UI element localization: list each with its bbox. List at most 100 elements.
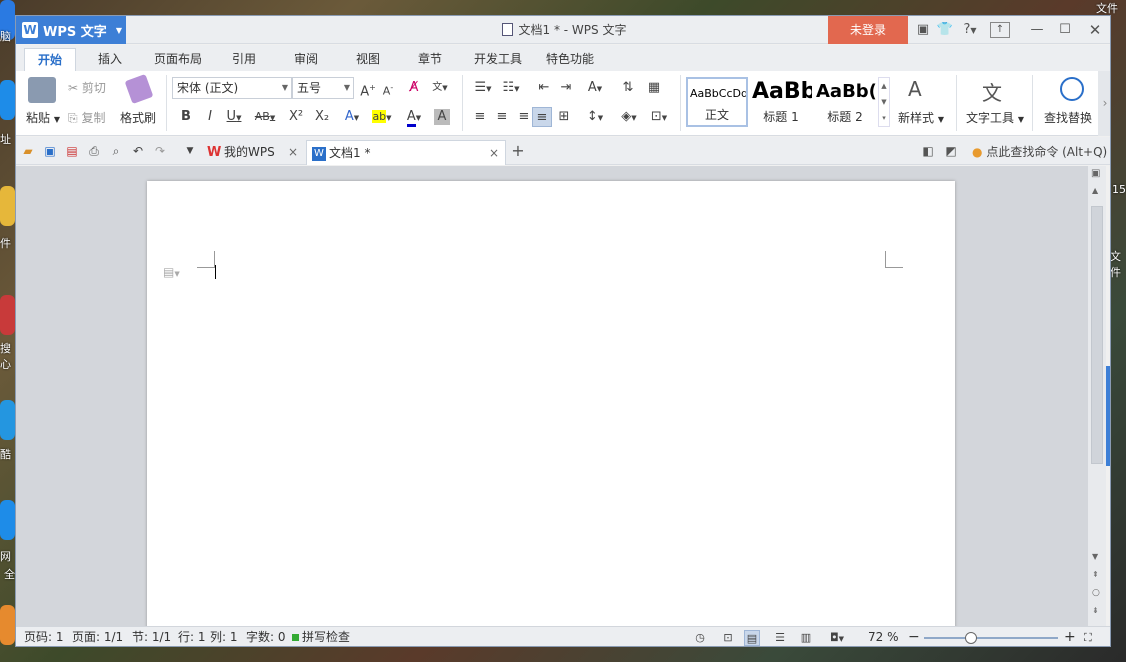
reading-view-icon[interactable]: ◘▼ [824,630,850,646]
decrease-indent-icon[interactable]: ⇤ [534,78,554,98]
export-pdf-icon[interactable]: ▤ [63,142,81,160]
close-button[interactable]: ✕ [1082,16,1108,44]
grow-font-icon[interactable]: A+ [358,78,378,99]
text-tools-button[interactable]: 文字工具 ▼ [966,109,1024,126]
task-pane-edge[interactable] [1106,166,1110,626]
scroll-up-icon[interactable]: ▲ [1092,186,1098,195]
fit-window-icon[interactable]: ⛶ [1084,627,1092,646]
redo-icon[interactable]: ↷ [151,142,169,160]
paste-button[interactable]: 粘贴 ▼ [26,109,60,126]
print-icon[interactable]: ⎙ [85,142,103,160]
status-row[interactable]: 行: 1 [178,627,206,646]
text-tools-icon[interactable]: 文 [982,77,1002,106]
zoom-slider-track[interactable] [924,637,1058,639]
find-replace-icon[interactable] [1060,77,1084,101]
help-button[interactable]: ?▼ [958,16,982,44]
new-style-icon[interactable]: A [908,77,922,101]
subscript-icon[interactable]: X₂ [312,107,332,127]
cut-button[interactable]: ✂ 剪切 [68,79,106,96]
font-size-combo[interactable]: 五号 ▼ [292,77,354,99]
line-spacing-icon[interactable]: ↕▼ [582,107,608,127]
font-name-combo[interactable]: 宋体 (正文) ▼ [172,77,292,99]
strikethrough-icon[interactable]: AB▼ [252,107,278,127]
login-button[interactable]: 未登录 [828,16,908,44]
maximize-button[interactable]: ☐ [1052,16,1078,44]
tab-home[interactable]: 开始 [24,48,76,71]
table-icon[interactable]: ▦ [644,78,664,98]
outline-view-icon[interactable]: ☰ [772,630,788,646]
highlight-icon[interactable]: ab▼ [370,107,394,127]
search-command-box[interactable]: ● 点此查找命令 (Alt+Q) [972,143,1107,160]
undo-icon[interactable]: ↶ [129,142,147,160]
next-page-icon[interactable]: ⇟ [1092,606,1099,615]
pinyin-icon[interactable]: 文▼ [430,78,450,98]
desktop-icon-youku[interactable] [0,400,15,440]
desktop-icon-app[interactable] [0,295,15,335]
font-color-icon[interactable]: A▼ [402,107,426,127]
style-normal[interactable]: AaBbCcDd 正文 [686,77,748,127]
desktop-icon-ie2[interactable] [0,500,15,540]
share-icon[interactable]: ◩ [942,142,960,160]
bold-icon[interactable]: B [176,107,196,127]
border-icon[interactable]: ⊡▼ [646,107,672,127]
browse-object-icon[interactable]: ○ [1092,588,1100,598]
brush-icon[interactable] [124,73,154,105]
open-folder-icon[interactable]: ▰ [19,142,37,160]
increase-indent-icon[interactable]: ⇥ [556,78,576,98]
history-icon[interactable]: ◷ [692,630,708,646]
customize-toolbar-icon[interactable]: ▼ [181,142,199,160]
tab-insert[interactable]: 插入 [86,48,134,71]
tab-developer[interactable]: 开发工具 [468,48,528,71]
desktop-icon-ie[interactable] [0,80,15,120]
shrink-font-icon[interactable]: A- [378,78,398,98]
zoom-out-icon[interactable]: − [908,627,920,646]
minimize-button[interactable]: — [1024,16,1050,44]
align-left-icon[interactable]: ≡ [470,107,490,127]
skin-icon[interactable]: ▣ [914,16,932,44]
superscript-icon[interactable]: X² [286,107,306,127]
cloud-sync-icon[interactable]: ◧ [919,142,937,160]
tab-references[interactable]: 引用 [222,48,266,71]
desktop-icon-orange[interactable] [0,605,15,645]
tab-section[interactable]: 章节 [408,48,452,71]
new-tab-icon[interactable]: + [509,142,527,160]
tab-review[interactable]: 审阅 [284,48,328,71]
document-page[interactable]: ▤▼ [147,181,955,641]
tab-my-wps[interactable]: W 我的WPS × [202,140,304,165]
save-icon[interactable]: ▣ [41,142,59,160]
scroll-thumb[interactable] [1091,206,1103,464]
document-workspace[interactable]: ▤▼ [16,166,1110,641]
vertical-scrollbar[interactable]: ▣ ▲ ▼ ⇞ ○ ⇟ [1088,166,1106,626]
copy-button[interactable]: ⎘ 复制 [68,109,105,126]
desktop-icon-folder[interactable] [0,186,15,226]
align-center-icon[interactable]: ≡ [492,107,512,127]
tab-page-layout[interactable]: 页面布局 [146,48,210,71]
zoom-level[interactable]: 72 % [868,627,899,646]
ruler-toggle-icon[interactable]: ▣ [1091,168,1100,179]
shading-icon[interactable]: ◈▼ [616,107,642,127]
restore-ribbon-icon[interactable]: ↑ [990,22,1010,38]
distributed-align-icon[interactable]: ⊞ [554,107,574,127]
zoom-slider-knob[interactable] [965,632,977,644]
status-page-number[interactable]: 页码: 1 [24,627,64,646]
prev-page-icon[interactable]: ⇞ [1092,570,1099,579]
char-shading-icon[interactable]: A [434,109,450,125]
status-word-count[interactable]: 字数: 0 [246,627,286,646]
align-justify-icon[interactable]: ≡ [532,107,552,127]
print-preview-icon[interactable]: ⌕ [107,142,125,160]
shirt-icon[interactable]: 👕 [936,16,954,44]
web-view-icon[interactable]: ▥ [798,630,814,646]
new-style-button[interactable]: 新样式 ▼ [898,109,944,126]
underline-icon[interactable]: U▼ [224,107,244,127]
style-gallery-scroll[interactable]: ▲ ▼ ▾ [878,77,890,127]
status-column[interactable]: 列: 1 [210,627,238,646]
clipboard-icon[interactable] [28,77,56,103]
style-heading-2[interactable]: AaBb( 标题 2 [814,77,876,127]
fullscreen-view-icon[interactable]: ⊡ [720,630,736,646]
status-section[interactable]: 节: 1/1 [132,627,171,646]
tab-special[interactable]: 特色功能 [540,48,600,71]
bullet-list-icon[interactable]: ☰▼ [470,78,496,98]
scroll-down-icon[interactable]: ▼ [1092,552,1098,561]
numbered-list-icon[interactable]: ☷▼ [498,78,524,98]
text-effect-icon[interactable]: A▼ [342,107,362,127]
